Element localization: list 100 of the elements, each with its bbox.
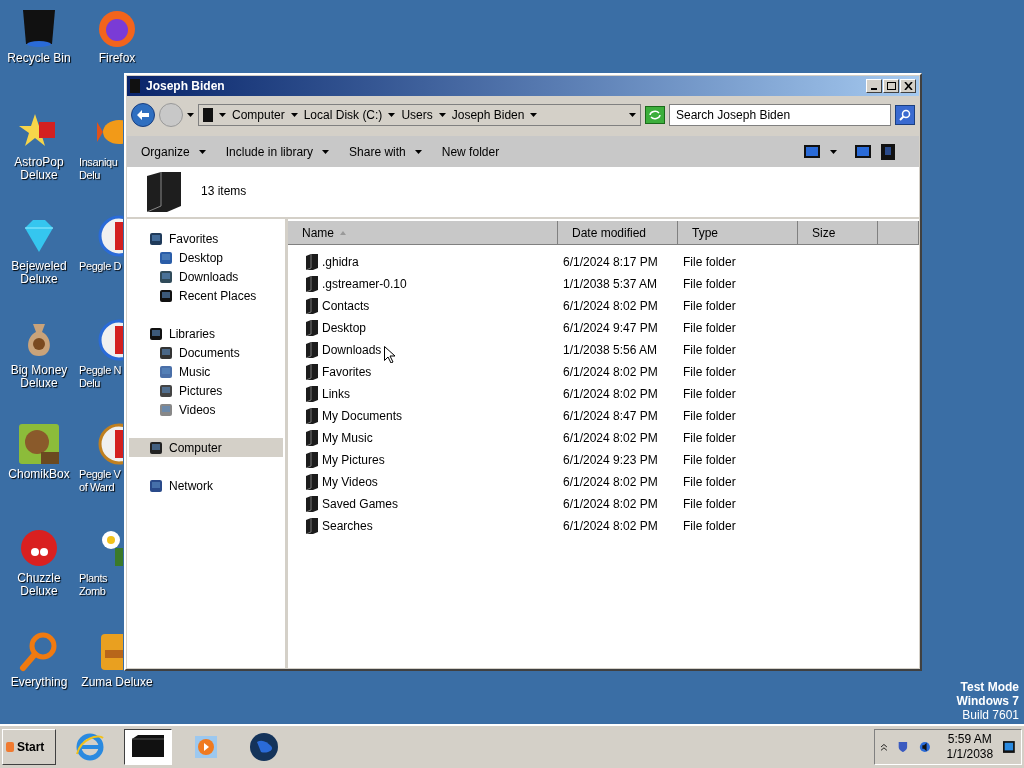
file-row[interactable]: Links 6/1/2024 8:02 PM File folder [288,383,919,405]
desktop-icon-label[interactable]: Firefox [98,52,136,65]
file-row[interactable]: .ghidra 6/1/2024 8:17 PM File folder [288,251,919,273]
file-type: File folder [682,254,737,271]
desktop-icon-label[interactable]: Big Money Deluxe [10,364,68,390]
file-row[interactable]: My Videos 6/1/2024 8:02 PM File folder [288,471,919,493]
os-notice: Build 7601 [962,708,1019,722]
nav-item-icon [149,231,163,246]
desktop-icon-label[interactable]: AstroPop Deluxe [14,156,64,182]
nav-item[interactable]: Libraries [129,324,283,343]
toolbar-button[interactable]: Include in library [221,139,334,164]
toolbar-button[interactable]: New folder [437,139,504,164]
toolbar-button[interactable]: Share with [345,139,426,164]
toolbar-button[interactable]: Organize [137,139,210,164]
nav-item[interactable]: Pictures [129,381,283,400]
date-modified: 1/1/2038 5:56 AM [562,342,659,359]
file-row[interactable]: Searches 6/1/2024 8:02 PM File folder [288,515,919,537]
folder-icon [306,320,318,336]
file-name: Searches [322,518,373,535]
maximize-button[interactable] [883,79,899,93]
file-row[interactable]: .gstreamer-0.10 1/1/2038 5:37 AM File folder [288,273,919,295]
file-row[interactable]: Favorites 6/1/2024 8:02 PM File folder [288,361,919,383]
folder-icon [203,108,213,122]
file-row[interactable]: Contacts 6/1/2024 8:02 PM File folder [288,295,919,317]
breadcrumb[interactable]: Users [401,106,433,124]
folder-icon [306,452,318,468]
desktop-icon-label[interactable]: Plants Zomb [79,572,108,598]
file-name: Saved Games [322,496,399,513]
file-type: File folder [682,452,737,469]
nav-item-icon [159,250,173,265]
preview-pane-icon[interactable] [855,145,871,158]
desktop-icon-label[interactable]: Insaniqu Delu [79,156,118,182]
caret-icon [219,113,226,117]
file-row[interactable]: My Documents 6/1/2024 8:47 PM File folder [288,405,919,427]
nav-item[interactable]: Computer [129,438,283,457]
desktop-icon-label[interactable]: ChomikBox [8,468,70,481]
address-bar[interactable]: Computer Local Disk (C:) Users Joseph Biden [198,104,641,126]
sort-arrow-icon [340,230,346,235]
date-modified: 6/1/2024 8:02 PM [562,298,659,315]
nav-item[interactable]: Recent Places [129,286,283,305]
nav-item-icon [159,288,173,303]
caret-icon [290,113,298,117]
date-modified: 6/1/2024 9:47 PM [562,320,659,337]
file-row[interactable]: Downloads 1/1/2038 5:56 AM File folder [288,339,919,361]
column-header[interactable]: Type [678,221,798,244]
search-field[interactable]: Search Joseph Biden [669,104,891,126]
desktop-icon-label[interactable]: Zuma Deluxe [81,676,153,689]
column-header[interactable]: Date modified [558,221,678,244]
date-modified: 6/1/2024 8:02 PM [562,496,659,513]
file-row[interactable]: My Pictures 6/1/2024 9:23 PM File folder [288,449,919,471]
start-button[interactable]: Start [2,729,56,765]
folder-icon [130,79,140,93]
column-header[interactable]: Size [798,221,878,244]
nav-item[interactable]: Videos [129,400,283,419]
shield-icon[interactable] [896,740,909,754]
date-modified: 6/1/2024 8:02 PM [562,364,659,381]
file-name: Desktop [322,320,367,337]
desktop-icon-label[interactable]: Bejeweled Deluxe [11,260,67,286]
view-icon[interactable] [804,145,820,158]
file-name: Contacts [322,298,370,315]
caret-icon [388,113,396,117]
help-icon[interactable] [881,143,895,160]
date-modified: 6/1/2024 8:02 PM [562,474,659,491]
minimize-button[interactable] [866,79,882,93]
file-type: File folder [682,430,737,447]
file-row[interactable]: My Music 6/1/2024 8:02 PM File folder [288,427,919,449]
file-type: File folder [682,408,737,425]
nav-item-icon [159,402,173,417]
nav-item[interactable]: Music [129,362,283,381]
breadcrumb[interactable]: Local Disk (C:) [303,106,383,124]
taskbar-button[interactable] [124,729,172,765]
refresh-button[interactable] [645,106,665,124]
nav-item[interactable]: Network [129,476,283,495]
chevron-up-icon[interactable] [881,743,887,751]
speaker-icon[interactable] [918,740,931,754]
desktop-icon-label[interactable]: Chuzzle Deluxe [0,572,78,598]
date-modified: 6/1/2024 8:47 PM [562,408,659,425]
column-header[interactable]: Name [288,221,558,244]
file-row[interactable]: Saved Games 6/1/2024 8:02 PM File folder [288,493,919,515]
breadcrumb[interactable]: Computer [232,106,285,124]
nav-item[interactable]: Downloads [129,267,283,286]
nav-item[interactable]: Desktop [129,248,283,267]
back-button[interactable] [131,103,155,127]
clock-time[interactable]: 5:59 AM [947,732,992,747]
file-row[interactable]: Desktop 6/1/2024 9:47 PM File folder [288,317,919,339]
desktop-icon-label[interactable]: Peggle N Delu [79,364,122,390]
nav-item-icon [149,440,163,455]
desktop-icon-label[interactable]: Peggle D [79,260,122,273]
desktop-icon-label[interactable]: Peggle V of Ward [79,468,121,494]
search-button[interactable] [895,105,915,125]
desktop-icon-label[interactable]: Everything [10,676,68,689]
desktop-icon-label[interactable]: Recycle Bin [7,52,71,65]
clock-date[interactable]: 1/1/2038 [946,747,994,762]
nav-item[interactable]: Documents [129,343,283,362]
folder-icon [306,474,318,490]
date-modified: 6/1/2024 8:02 PM [562,518,659,535]
show-desktop-icon[interactable] [1003,740,1015,754]
close-button[interactable] [900,79,916,93]
breadcrumb[interactable]: Joseph Biden [451,106,525,124]
nav-item[interactable]: Favorites [129,229,283,248]
